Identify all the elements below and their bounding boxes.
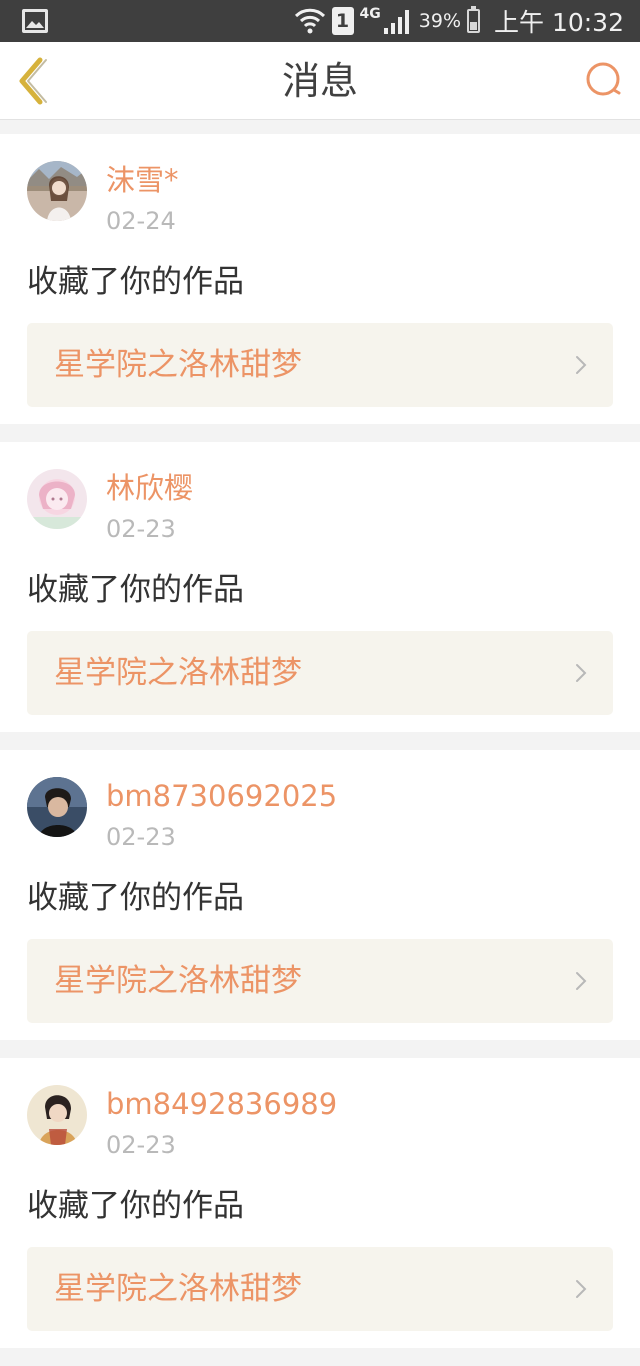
username[interactable]: bm8492836989 bbox=[106, 1086, 337, 1122]
work-link[interactable]: 星学院之洛林甜梦 bbox=[27, 631, 613, 715]
message-date: 02-23 bbox=[106, 1131, 176, 1159]
status-indicators: 1 4G 39% 上午 10:32 bbox=[294, 3, 624, 39]
avatar[interactable] bbox=[27, 1085, 87, 1145]
signal-icon bbox=[383, 10, 409, 34]
avatar[interactable] bbox=[27, 469, 87, 529]
wifi-icon bbox=[294, 8, 325, 34]
clock: 上午 10:32 bbox=[494, 8, 624, 37]
message-card: bm8730692025 02-23 收藏了你的作品 星学院之洛林甜梦 bbox=[0, 750, 640, 1040]
username[interactable]: 林欣樱 bbox=[106, 470, 193, 506]
action-text: 收藏了你的作品 bbox=[27, 880, 244, 916]
work-title: 星学院之洛林甜梦 bbox=[54, 963, 302, 999]
chevron-right-icon bbox=[576, 1280, 587, 1298]
work-link[interactable]: 星学院之洛林甜梦 bbox=[27, 1247, 613, 1331]
avatar[interactable] bbox=[27, 777, 87, 837]
image-icon bbox=[22, 9, 48, 33]
page-title: 消息 bbox=[281, 59, 358, 103]
username[interactable]: bm8730692025 bbox=[106, 778, 337, 814]
work-title: 星学院之洛林甜梦 bbox=[54, 347, 302, 383]
sim-icon: 1 bbox=[331, 7, 354, 35]
chevron-right-icon bbox=[576, 664, 587, 682]
chevron-right-icon bbox=[576, 356, 587, 374]
work-title: 星学院之洛林甜梦 bbox=[54, 1271, 302, 1307]
action-text: 收藏了你的作品 bbox=[27, 572, 244, 608]
message-card: bm8492836989 02-23 收藏了你的作品 星学院之洛林甜梦 bbox=[0, 1058, 640, 1348]
work-link[interactable]: 星学院之洛林甜梦 bbox=[27, 939, 613, 1023]
work-link[interactable]: 星学院之洛林甜梦 bbox=[27, 323, 613, 407]
message-date: 02-23 bbox=[106, 823, 176, 851]
avatar[interactable] bbox=[27, 161, 87, 221]
battery-icon bbox=[467, 6, 480, 33]
username[interactable]: 沫雪* bbox=[106, 162, 179, 198]
action-text: 收藏了你的作品 bbox=[27, 1188, 244, 1224]
message-card: 沫雪* 02-24 收藏了你的作品 星学院之洛林甜梦 bbox=[0, 134, 640, 424]
battery-percent: 39% bbox=[418, 10, 461, 32]
message-date: 02-23 bbox=[106, 515, 176, 543]
status-bar: 1 4G 39% 上午 10:32 bbox=[0, 0, 640, 42]
search-icon bbox=[586, 62, 621, 96]
message-date: 02-24 bbox=[106, 207, 176, 235]
app-header: 消息 bbox=[0, 42, 640, 120]
search-button[interactable] bbox=[584, 60, 624, 100]
work-title: 星学院之洛林甜梦 bbox=[54, 655, 302, 691]
chevron-right-icon bbox=[576, 972, 587, 990]
message-card: 林欣樱 02-23 收藏了你的作品 星学院之洛林甜梦 bbox=[0, 442, 640, 732]
message-list: 沫雪* 02-24 收藏了你的作品 星学院之洛林甜梦 林欣樱 02-23 收藏了… bbox=[0, 134, 640, 1366]
action-text: 收藏了你的作品 bbox=[27, 264, 244, 300]
network-type: 4G bbox=[359, 6, 381, 22]
